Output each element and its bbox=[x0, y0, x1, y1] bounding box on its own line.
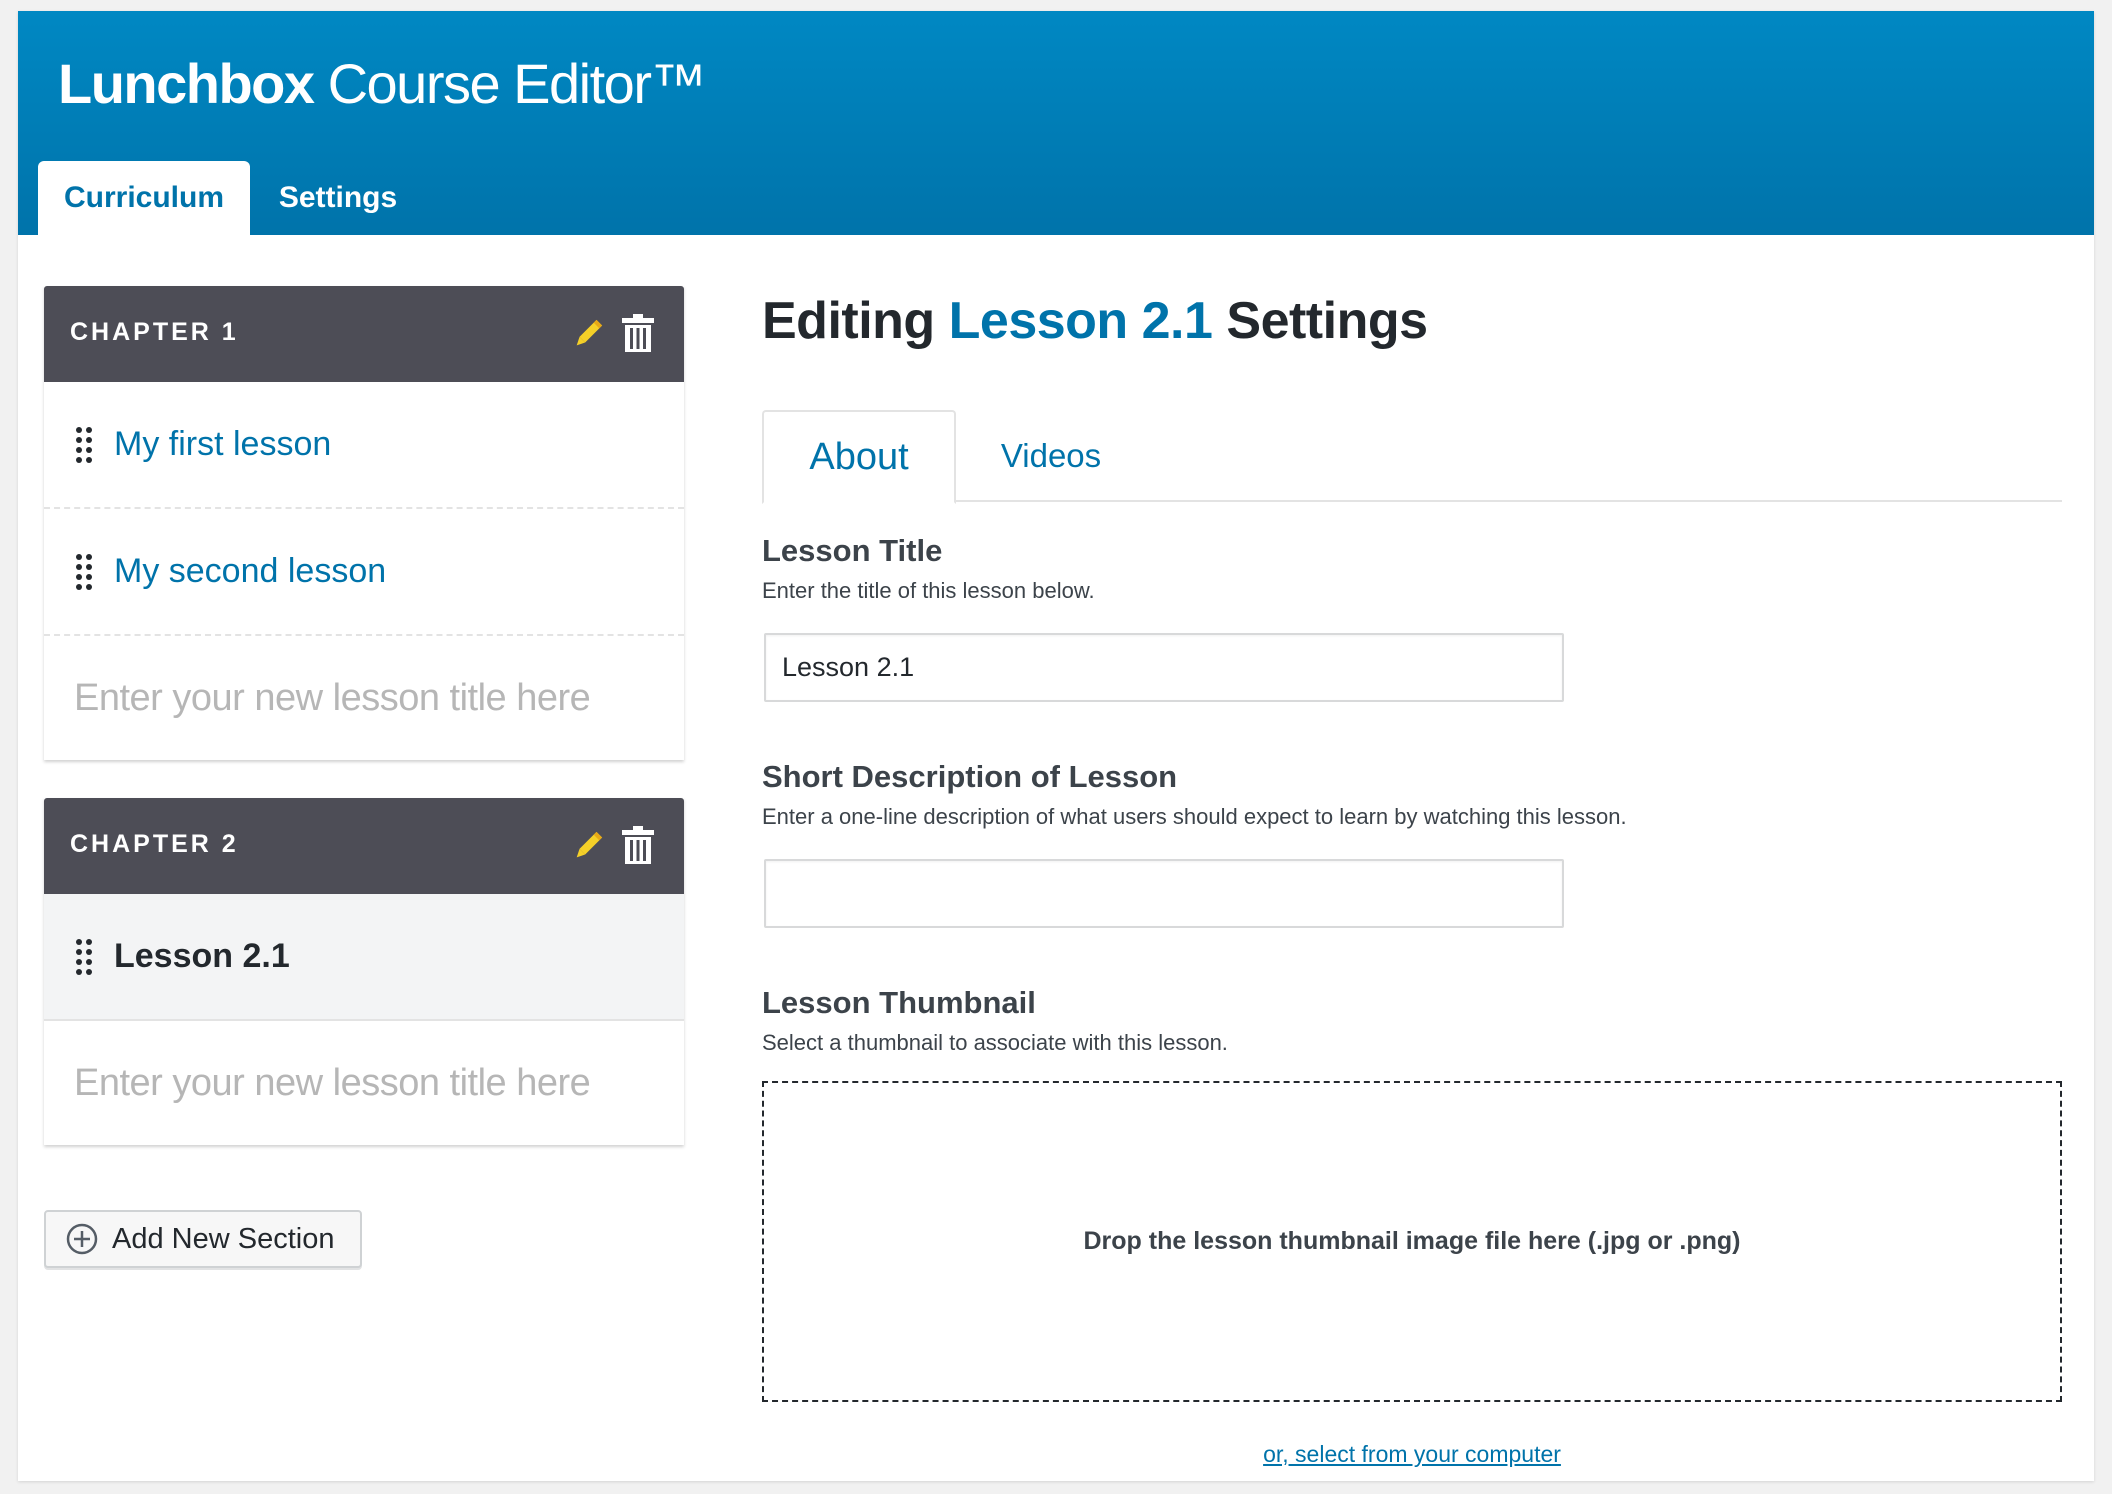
course-editor-app: Lunchbox Course Editor™ Curriculum Setti… bbox=[18, 11, 2094, 1481]
pencil-icon[interactable] bbox=[568, 824, 608, 868]
chapter-header: CHAPTER 1 bbox=[44, 286, 684, 382]
chapter-title: CHAPTER 1 bbox=[70, 318, 239, 346]
chapter-title: CHAPTER 2 bbox=[70, 830, 239, 858]
title-prefix: Editing bbox=[762, 292, 935, 350]
app-brand: Lunchbox Course Editor™ bbox=[58, 51, 707, 116]
lesson-item[interactable]: My second lesson bbox=[44, 509, 684, 636]
tab-curriculum[interactable]: Curriculum bbox=[38, 161, 250, 235]
drag-handle-icon[interactable] bbox=[74, 426, 94, 464]
tab-about[interactable]: About bbox=[762, 410, 956, 504]
dropzone-text: Drop the lesson thumbnail image file her… bbox=[1083, 1227, 1741, 1255]
lesson-thumbnail-label: Lesson Thumbnail bbox=[762, 985, 1036, 1020]
lesson-link[interactable]: Lesson 2.1 bbox=[114, 937, 290, 976]
title-suffix: Settings bbox=[1226, 292, 1428, 350]
new-lesson-input[interactable] bbox=[74, 1061, 664, 1105]
tab-settings[interactable]: Settings bbox=[258, 161, 418, 235]
short-description-input[interactable] bbox=[764, 859, 1564, 928]
lesson-title-input[interactable] bbox=[764, 633, 1564, 702]
lesson-item[interactable]: My first lesson bbox=[44, 382, 684, 509]
brand-product: Course Editor™ bbox=[327, 52, 707, 115]
pencil-icon[interactable] bbox=[568, 312, 608, 356]
new-lesson-row bbox=[44, 636, 684, 760]
add-new-section-button[interactable]: Add New Section bbox=[44, 1210, 362, 1268]
short-description-help: Enter a one-line description of what use… bbox=[762, 804, 1627, 829]
new-lesson-input[interactable] bbox=[74, 676, 664, 720]
add-new-section-label: Add New Section bbox=[112, 1222, 335, 1255]
lesson-thumbnail-help: Select a thumbnail to associate with thi… bbox=[762, 1030, 1228, 1055]
chapter-header: CHAPTER 2 bbox=[44, 798, 684, 894]
new-lesson-row bbox=[44, 1021, 684, 1145]
short-description-label: Short Description of Lesson bbox=[762, 759, 1178, 794]
title-lesson-name: Lesson 2.1 bbox=[948, 292, 1213, 350]
editor-tabs: About Videos bbox=[762, 410, 2062, 504]
lesson-link[interactable]: My second lesson bbox=[114, 552, 386, 591]
drag-handle-icon[interactable] bbox=[74, 553, 94, 591]
lesson-item-selected[interactable]: Lesson 2.1 bbox=[44, 894, 684, 1021]
trash-icon[interactable] bbox=[618, 824, 658, 868]
lesson-title-help: Enter the title of this lesson below. bbox=[762, 578, 1095, 603]
brand-name: Lunchbox bbox=[58, 52, 315, 115]
select-file-link[interactable]: or, select from your computer bbox=[762, 1441, 2062, 1468]
plus-circle-icon bbox=[66, 1223, 98, 1255]
chapter-panel: CHAPTER 2 Lesson 2.1 bbox=[44, 798, 684, 1145]
drag-handle-icon[interactable] bbox=[74, 938, 94, 976]
page-title: Editing Lesson 2.1 Settings bbox=[762, 291, 1428, 351]
lesson-link[interactable]: My first lesson bbox=[114, 425, 331, 464]
trash-icon[interactable] bbox=[618, 312, 658, 356]
thumbnail-dropzone[interactable]: Drop the lesson thumbnail image file her… bbox=[762, 1081, 2062, 1402]
lesson-title-label: Lesson Title bbox=[762, 533, 943, 568]
tab-videos[interactable]: Videos bbox=[956, 410, 1146, 502]
chapter-panel: CHAPTER 1 My first lesson My second less… bbox=[44, 286, 684, 760]
app-header: Lunchbox Course Editor™ Curriculum Setti… bbox=[18, 11, 2094, 235]
